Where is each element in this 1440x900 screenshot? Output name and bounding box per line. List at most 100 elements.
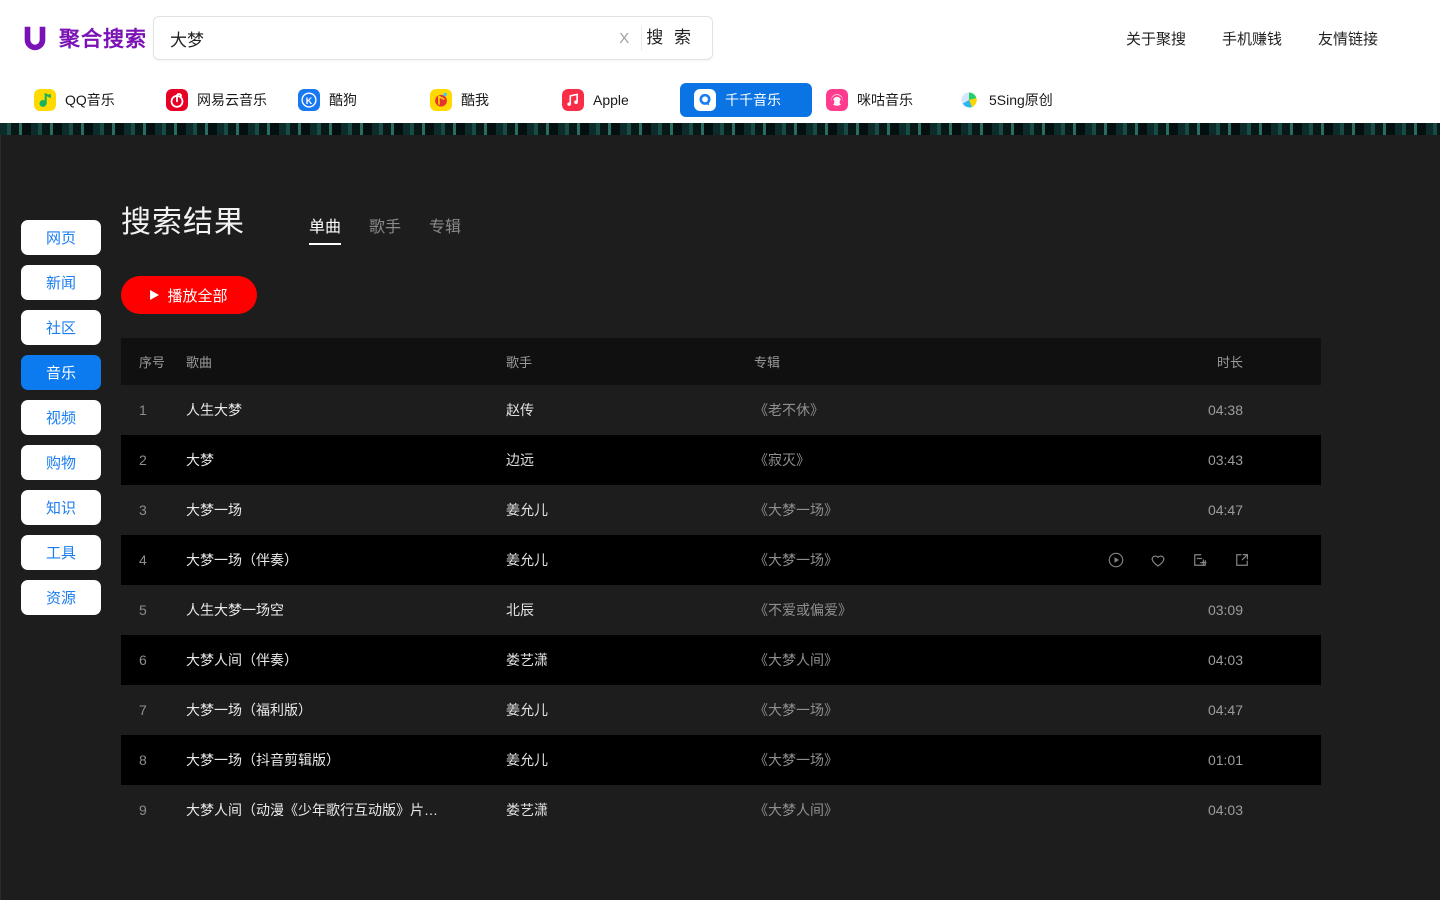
row-artist[interactable]: 赵传 xyxy=(506,400,754,420)
row-song[interactable]: 大梦人间（动漫《少年歌行互动版》片… xyxy=(186,800,506,820)
table-row[interactable]: 6 大梦人间（伴奏） 娄艺潇 《大梦人间》 04:03 xyxy=(121,635,1321,685)
row-action-bar xyxy=(1107,551,1251,569)
row-artist[interactable]: 姜允儿 xyxy=(506,550,754,570)
platform-tab-5sing[interactable]: 5Sing原创 xyxy=(944,83,1076,117)
tab-songs[interactable]: 单曲 xyxy=(295,213,355,245)
tab-albums[interactable]: 专辑 xyxy=(415,213,475,245)
platform-tab-migu-music[interactable]: 咪咕音乐 xyxy=(812,83,944,117)
sidebar-item-tools[interactable]: 工具 xyxy=(21,535,101,570)
sidebar-item-knowledge[interactable]: 知识 xyxy=(21,490,101,525)
row-song[interactable]: 大梦一场（福利版） xyxy=(186,700,506,720)
row-index: 9 xyxy=(121,802,186,818)
row-song[interactable]: 大梦一场（伴奏） xyxy=(186,550,506,570)
platform-tab-apple-music[interactable]: Apple xyxy=(548,83,680,117)
sidebar-item-webpage[interactable]: 网页 xyxy=(21,220,101,255)
add-to-playlist-icon[interactable] xyxy=(1191,551,1209,569)
sidebar-item-community[interactable]: 社区 xyxy=(21,310,101,345)
clear-search-icon[interactable]: X xyxy=(607,30,641,47)
heart-icon[interactable] xyxy=(1149,551,1167,569)
row-song[interactable]: 大梦一场 xyxy=(186,500,506,520)
sidebar-item-video[interactable]: 视频 xyxy=(21,400,101,435)
row-song[interactable]: 大梦一场（抖音剪辑版） xyxy=(186,750,506,770)
tab-label: 歌手 xyxy=(369,219,401,236)
column-header-num: 序号 xyxy=(121,352,186,371)
tab-label: 专辑 xyxy=(429,219,461,236)
row-duration: 04:03 xyxy=(1191,652,1321,668)
search-button[interactable]: 搜 索 xyxy=(641,25,712,51)
row-index: 2 xyxy=(121,452,186,468)
top-nav-item-about[interactable]: 关于聚搜 xyxy=(1126,28,1186,49)
platform-tab-label: QQ音乐 xyxy=(65,90,115,110)
row-album[interactable]: 《老不休》 xyxy=(754,400,1191,420)
svg-text:K: K xyxy=(306,95,313,105)
play-circle-icon[interactable] xyxy=(1107,551,1125,569)
top-nav-item-earn[interactable]: 手机赚钱 xyxy=(1222,28,1282,49)
sidebar-item-label: 工具 xyxy=(46,542,76,563)
song-results-table: 序号 歌曲 歌手 专辑 时长 1 人生大梦 赵传 《老不休》 04:38 2 大… xyxy=(121,338,1321,835)
platform-tab-qianqian-music[interactable]: 千千音乐 xyxy=(680,83,812,117)
qq-music-icon xyxy=(34,89,56,111)
play-all-button[interactable]: 播放全部 xyxy=(121,276,257,314)
row-artist[interactable]: 北辰 xyxy=(506,600,754,620)
row-artist[interactable]: 边远 xyxy=(506,450,754,470)
sidebar-item-label: 网页 xyxy=(46,227,76,248)
sidebar-item-news[interactable]: 新闻 xyxy=(21,265,101,300)
tab-artists[interactable]: 歌手 xyxy=(355,213,415,245)
row-album[interactable]: 《寂灭》 xyxy=(754,450,1191,470)
row-duration: 03:09 xyxy=(1191,602,1321,618)
search-input[interactable] xyxy=(170,28,607,48)
row-album[interactable]: 《大梦人间》 xyxy=(754,800,1191,820)
row-duration: 04:47 xyxy=(1191,502,1321,518)
platform-tab-netease-music[interactable]: 网易云音乐 xyxy=(152,83,284,117)
table-row[interactable]: 2 大梦 边远 《寂灭》 03:43 xyxy=(121,435,1321,485)
sidebar-item-music[interactable]: 音乐 xyxy=(21,355,101,390)
row-album[interactable]: 《不爱或偏爱》 xyxy=(754,600,1191,620)
table-row[interactable]: 5 人生大梦一场空 北辰 《不爱或偏爱》 03:09 xyxy=(121,585,1321,635)
row-album[interactable]: 《大梦一场》 xyxy=(754,500,1191,520)
row-song[interactable]: 人生大梦一场空 xyxy=(186,600,506,620)
platform-tabs: QQ音乐 网易云音乐 K 酷狗 酷我 xyxy=(0,76,1440,123)
row-album[interactable]: 《大梦一场》 xyxy=(754,700,1191,720)
platform-tab-kugou[interactable]: K 酷狗 xyxy=(284,83,416,117)
kuwo-icon xyxy=(430,89,452,111)
kugou-icon: K xyxy=(298,89,320,111)
platform-tab-kuwo[interactable]: 酷我 xyxy=(416,83,548,117)
row-duration: 04:47 xyxy=(1191,702,1321,718)
category-sidebar: 网页 新闻 社区 音乐 视频 购物 知识 工具 资源 xyxy=(21,220,101,615)
sidebar-item-label: 知识 xyxy=(46,497,76,518)
sidebar-item-label: 视频 xyxy=(46,407,76,428)
row-song[interactable]: 人生大梦 xyxy=(186,400,506,420)
table-row[interactable]: 3 大梦一场 姜允儿 《大梦一场》 04:47 xyxy=(121,485,1321,535)
platform-tab-label: 网易云音乐 xyxy=(197,90,267,110)
row-song[interactable]: 大梦 xyxy=(186,450,506,470)
sidebar-item-label: 购物 xyxy=(46,452,76,473)
share-external-icon[interactable] xyxy=(1233,551,1251,569)
row-artist[interactable]: 娄艺潇 xyxy=(506,650,754,670)
row-artist[interactable]: 姜允儿 xyxy=(506,750,754,770)
row-artist[interactable]: 姜允儿 xyxy=(506,700,754,720)
search-box[interactable]: X 搜 索 xyxy=(153,16,713,60)
page-body: 网页 新闻 社区 音乐 视频 购物 知识 工具 资源 搜索结果 单曲 歌手 专辑… xyxy=(0,135,1440,900)
row-album[interactable]: 《大梦一场》 xyxy=(754,750,1191,770)
table-row[interactable]: 8 大梦一场（抖音剪辑版） 姜允儿 《大梦一场》 01:01 xyxy=(121,735,1321,785)
qianqian-music-icon xyxy=(694,89,716,111)
row-artist[interactable]: 娄艺潇 xyxy=(506,800,754,820)
brand[interactable]: 聚合搜索 xyxy=(20,23,147,53)
table-row[interactable]: 1 人生大梦 赵传 《老不休》 04:38 xyxy=(121,385,1321,435)
row-artist[interactable]: 姜允儿 xyxy=(506,500,754,520)
platform-tab-qq-music[interactable]: QQ音乐 xyxy=(20,83,152,117)
main-content: 搜索结果 单曲 歌手 专辑 播放全部 序号 歌曲 歌手 专辑 时长 1 人生大梦 xyxy=(121,135,1440,900)
table-header-row: 序号 歌曲 歌手 专辑 时长 xyxy=(121,338,1321,385)
column-header-album: 专辑 xyxy=(754,352,1191,371)
row-duration: 04:38 xyxy=(1191,402,1321,418)
table-row[interactable]: 7 大梦一场（福利版） 姜允儿 《大梦一场》 04:47 xyxy=(121,685,1321,735)
sidebar-item-shopping[interactable]: 购物 xyxy=(21,445,101,480)
top-nav-item-links[interactable]: 友情链接 xyxy=(1318,28,1378,49)
row-index: 4 xyxy=(121,552,186,568)
row-album[interactable]: 《大梦人间》 xyxy=(754,650,1191,670)
table-row-hovered[interactable]: 4 大梦一场（伴奏） 姜允儿 《大梦一场》 04:47 xyxy=(121,535,1321,585)
sidebar-item-resources[interactable]: 资源 xyxy=(21,580,101,615)
table-row[interactable]: 9 大梦人间（动漫《少年歌行互动版》片… 娄艺潇 《大梦人间》 04:03 xyxy=(121,785,1321,835)
tab-label: 单曲 xyxy=(309,219,341,236)
row-song[interactable]: 大梦人间（伴奏） xyxy=(186,650,506,670)
